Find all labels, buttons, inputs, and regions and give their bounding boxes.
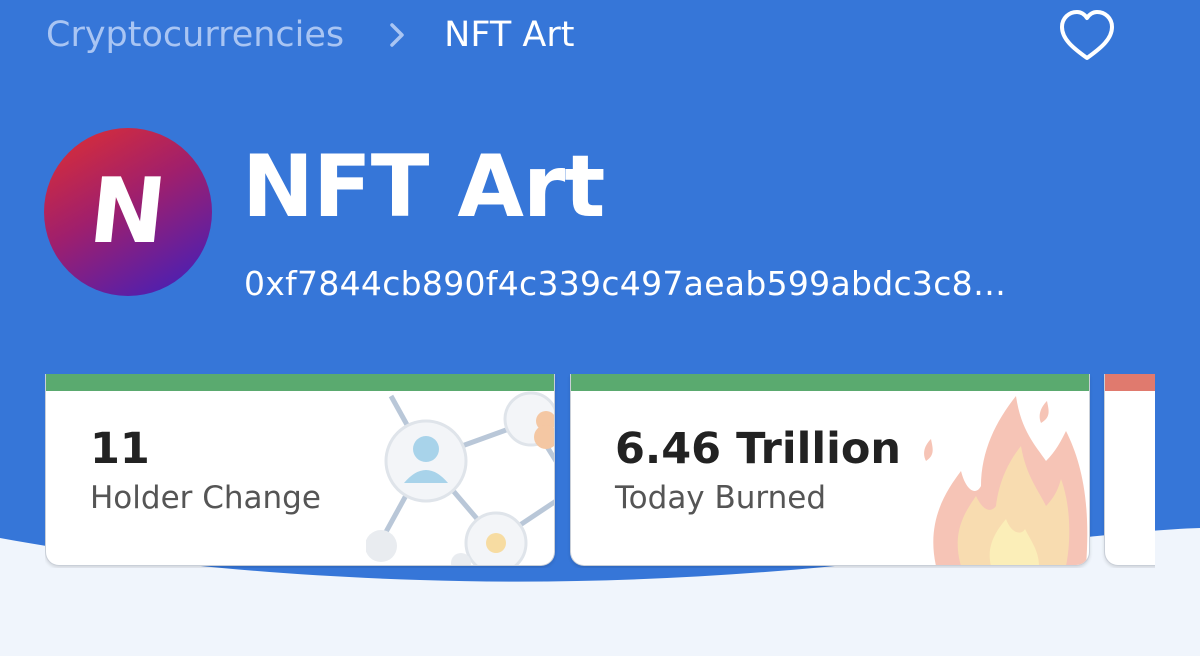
breadcrumb-cryptocurrencies-link[interactable]: Cryptocurrencies bbox=[46, 15, 344, 55]
card-status-bar bbox=[571, 374, 1089, 391]
favorite-button[interactable] bbox=[1058, 8, 1116, 64]
stat-card-holder-change[interactable]: 11 Holder Change bbox=[45, 374, 555, 566]
breadcrumb: Cryptocurrencies NFT Art bbox=[46, 12, 574, 58]
token-name: NFT Art bbox=[242, 137, 605, 237]
card-value: 11 bbox=[90, 424, 150, 474]
card-status-bar bbox=[46, 374, 554, 391]
fire-icon bbox=[924, 396, 1088, 565]
card-value: 6.46 Trillion bbox=[615, 424, 901, 474]
network-icon bbox=[366, 391, 554, 565]
stat-card-today-burned[interactable]: 6.46 Trillion Today Burned bbox=[570, 374, 1090, 566]
breadcrumb-current: NFT Art bbox=[444, 15, 575, 55]
card-status-bar bbox=[1105, 374, 1155, 391]
token-avatar: N bbox=[44, 128, 212, 296]
card-label: Holder Change bbox=[90, 480, 321, 516]
token-contract-address[interactable]: 0xf7844cb890f4c339c497aeab599abdc3c8… bbox=[244, 258, 1006, 310]
stat-cards: 11 Holder Change 6.46 Trillion Today Bur… bbox=[45, 374, 1155, 568]
card-label: Today Burned bbox=[615, 480, 827, 516]
token-avatar-letter: N bbox=[84, 159, 172, 264]
chevron-right-icon bbox=[388, 22, 406, 48]
heart-outline-icon bbox=[1060, 10, 1114, 60]
stat-card-partial[interactable] bbox=[1104, 374, 1155, 566]
